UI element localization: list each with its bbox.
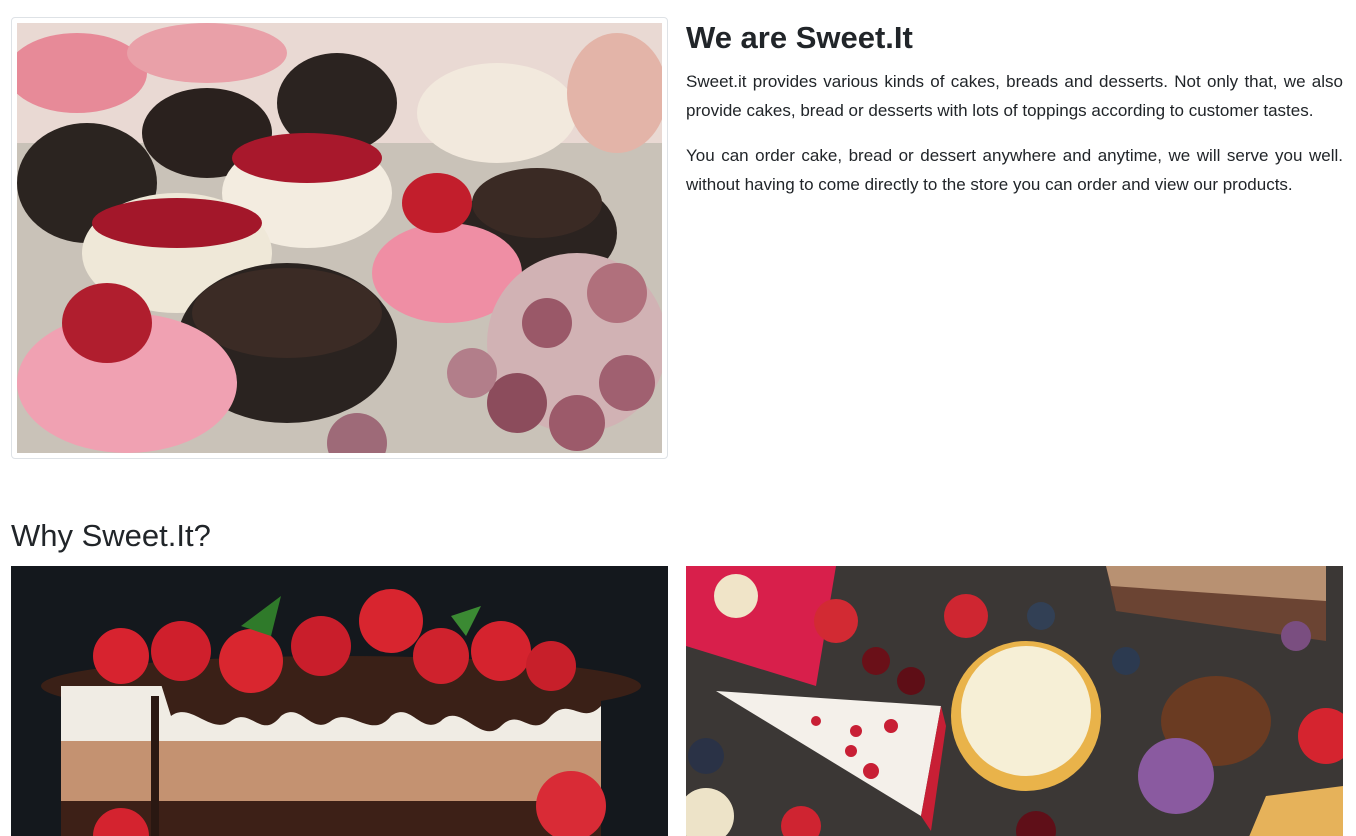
cupcakes-image — [17, 23, 662, 453]
why-image-right — [686, 566, 1343, 836]
about-paragraph: You can order cake, bread or dessert any… — [686, 146, 1343, 194]
about-title: We are Sweet.It — [686, 20, 913, 55]
about-paragraph: Sweet.it provides various kinds of cakes… — [686, 72, 1343, 120]
why-image-left — [11, 566, 668, 836]
why-section-title: Why Sweet.It? — [11, 518, 211, 553]
dessert-slices-image — [686, 566, 1343, 836]
about-section: We are Sweet.It Sweet.it provides variou… — [11, 17, 1343, 459]
strawberry-cake-image — [11, 566, 668, 836]
about-text-block: We are Sweet.It Sweet.it provides variou… — [686, 17, 1343, 215]
about-image-thumbnail — [11, 17, 668, 459]
